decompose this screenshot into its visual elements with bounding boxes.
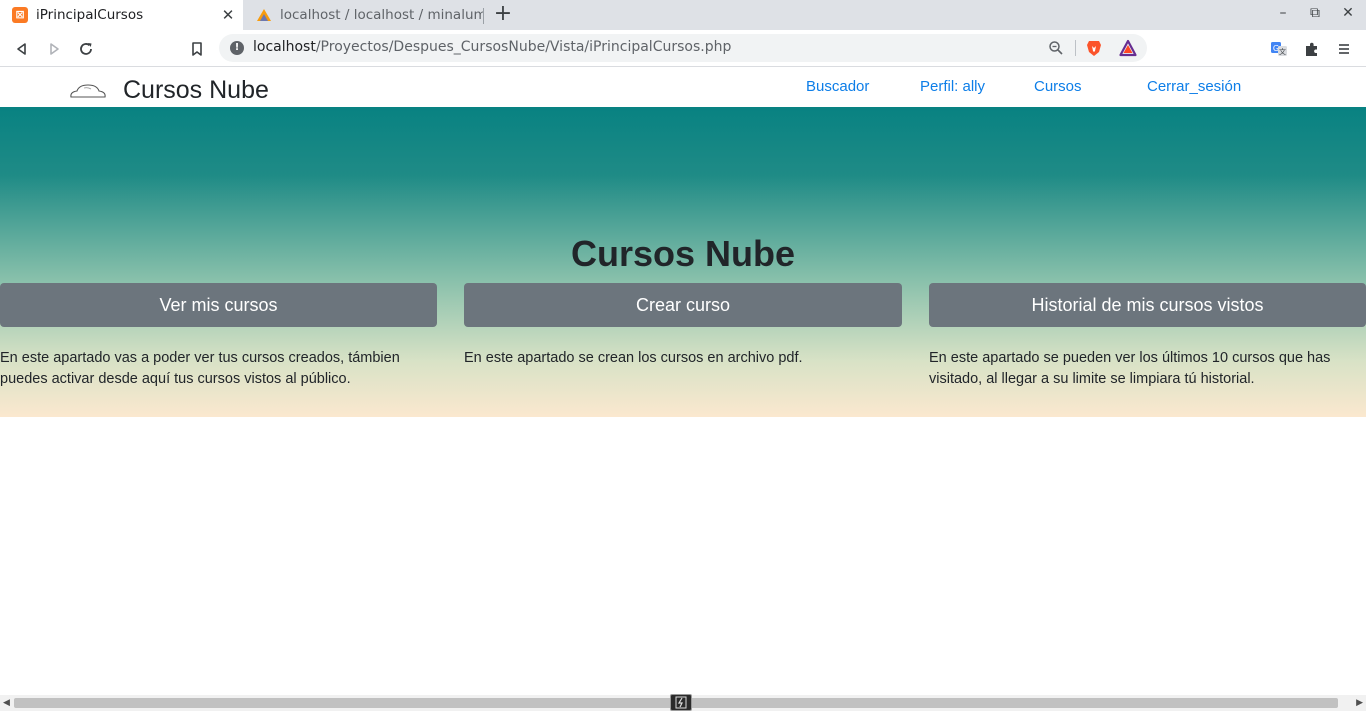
close-tab-icon[interactable]: ✕	[219, 6, 237, 24]
scroll-right-icon[interactable]: ▶	[1356, 698, 1363, 708]
ver-mis-cursos-button[interactable]: Ver mis cursos	[0, 283, 437, 327]
phpmyadmin-icon	[256, 7, 272, 23]
info-icon[interactable]: !	[230, 41, 244, 55]
nav-link-cursos[interactable]: Cursos	[1034, 78, 1082, 95]
tab-title: localhost / localhost / minalum	[280, 7, 484, 23]
tab-separator	[483, 8, 484, 24]
site-brand[interactable]: Cursos Nube	[123, 76, 269, 105]
ver-mis-cursos-description: En este apartado vas a poder ver tus cur…	[0, 350, 400, 387]
historial-description: En este apartado se pueden ver los últim…	[929, 350, 1331, 387]
minimize-icon[interactable]: –	[1273, 5, 1293, 25]
omnibox-separator	[1075, 40, 1076, 56]
browser-tabstrip: ⊠ iPrincipalCursos ✕ localhost / localho…	[0, 0, 1366, 30]
horizontal-scrollbar[interactable]: ◀ ▶	[0, 694, 1366, 711]
back-icon[interactable]	[10, 37, 34, 61]
historial-cursos-button[interactable]: Historial de mis cursos vistos	[929, 283, 1366, 327]
hero-title: Cursos Nube	[570, 233, 796, 274]
extensions-icon[interactable]	[1300, 37, 1324, 61]
hero-section: Cursos Nube Ver mis cursos Crear curso H…	[0, 107, 1366, 417]
close-icon[interactable]: ✕	[1338, 5, 1358, 25]
tab-title: iPrincipalCursos	[36, 7, 144, 23]
scroll-indicator-icon	[670, 694, 692, 711]
nav-link-buscador[interactable]: Buscador	[806, 78, 869, 95]
scroll-left-icon[interactable]: ◀	[3, 698, 10, 708]
new-tab-icon[interactable]: +	[492, 3, 514, 27]
zoom-icon[interactable]	[1048, 40, 1064, 56]
address-bar[interactable]: ! localhost/Proyectos/Despues_CursosNube…	[219, 34, 1147, 62]
cloud-logo-icon	[70, 84, 106, 98]
restore-icon[interactable]: ⧉	[1305, 5, 1325, 25]
url-text: localhost/Proyectos/Despues_CursosNube/V…	[253, 39, 732, 55]
translate-icon[interactable]: G文	[1267, 37, 1291, 61]
brave-shield-icon[interactable]	[1085, 39, 1103, 57]
browser-toolbar: ! localhost/Proyectos/Despues_CursosNube…	[0, 30, 1366, 67]
tab-phpmyadmin[interactable]: localhost / localhost / minalum	[244, 0, 484, 30]
nav-link-perfil[interactable]: Perfil: ally	[920, 78, 985, 95]
crear-curso-description: En este apartado se crean los cursos en …	[464, 350, 803, 366]
bookmark-icon[interactable]	[185, 37, 209, 61]
xampp-icon: ⊠	[12, 7, 28, 23]
reload-icon[interactable]	[74, 37, 98, 61]
brave-rewards-icon[interactable]	[1119, 39, 1137, 57]
tab-iprincipalcursos[interactable]: ⊠ iPrincipalCursos ✕	[0, 0, 243, 30]
svg-text:文: 文	[1279, 47, 1286, 56]
site-navbar: Cursos Nube Buscador Perfil: ally Cursos…	[0, 68, 1366, 107]
forward-icon[interactable]	[42, 37, 66, 61]
crear-curso-button[interactable]: Crear curso	[464, 283, 902, 327]
menu-icon[interactable]	[1332, 37, 1356, 61]
nav-link-cerrar-sesion[interactable]: Cerrar_sesión	[1147, 78, 1241, 95]
